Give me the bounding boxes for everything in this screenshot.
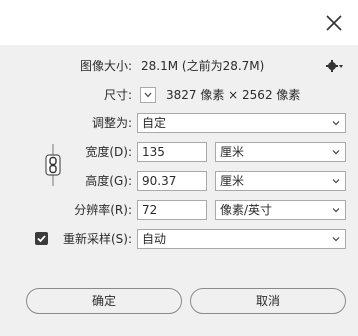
close-icon (326, 15, 342, 31)
gear-icon (326, 60, 343, 72)
cancel-button[interactable]: 取消 (190, 288, 346, 314)
image-size-value: 28.1M (之前为28.7M) (141, 59, 265, 73)
chevron-down-icon (332, 179, 340, 184)
chevron-down-icon (332, 150, 340, 155)
chevron-down-icon (144, 92, 152, 98)
height-unit-value: 厘米 (220, 174, 245, 188)
adjust-to-label: 调整为: (91, 116, 132, 130)
resample-checkbox[interactable] (35, 232, 48, 245)
width-label: 宽度(D): (85, 145, 132, 159)
dimensions-value: 3827 像素 × 2562 像素 (166, 88, 301, 102)
width-unit-value: 厘米 (220, 145, 245, 159)
adjust-to-value: 自定 (142, 116, 167, 130)
ok-button[interactable]: 确定 (26, 288, 182, 314)
height-input[interactable]: 90.37 (137, 171, 207, 191)
resolution-unit-value: 像素/英寸 (220, 203, 273, 217)
resample-method-value: 自动 (142, 232, 167, 246)
resample-method-select[interactable]: 自动 (137, 229, 346, 249)
image-size-label: 图像大小: (79, 59, 132, 73)
height-unit-select[interactable]: 厘米 (215, 171, 346, 191)
height-label: 高度(G): (85, 174, 132, 188)
checkmark-icon (37, 235, 46, 243)
width-input[interactable]: 135 (137, 142, 207, 162)
resolution-input[interactable]: 72 (137, 200, 207, 220)
resample-label: 重新采样(S): (62, 232, 132, 246)
width-unit-select[interactable]: 厘米 (215, 142, 346, 162)
chevron-down-icon (332, 208, 340, 213)
adjust-to-select[interactable]: 自定 (137, 113, 346, 133)
resolution-unit-select[interactable]: 像素/英寸 (215, 200, 346, 220)
dimensions-label: 尺寸: (103, 88, 132, 102)
dimensions-unit-dropdown[interactable] (140, 87, 156, 103)
chevron-down-icon (332, 121, 340, 126)
close-button[interactable] (318, 8, 350, 38)
resolution-label: 分辨率(R): (74, 203, 132, 217)
dialog-titlebar (0, 0, 358, 45)
dialog-body: 图像大小: 28.1M (之前为28.7M) 尺寸: 3827 像素 × 256… (0, 45, 358, 336)
settings-button[interactable] (326, 58, 344, 74)
chevron-down-icon (332, 237, 340, 242)
